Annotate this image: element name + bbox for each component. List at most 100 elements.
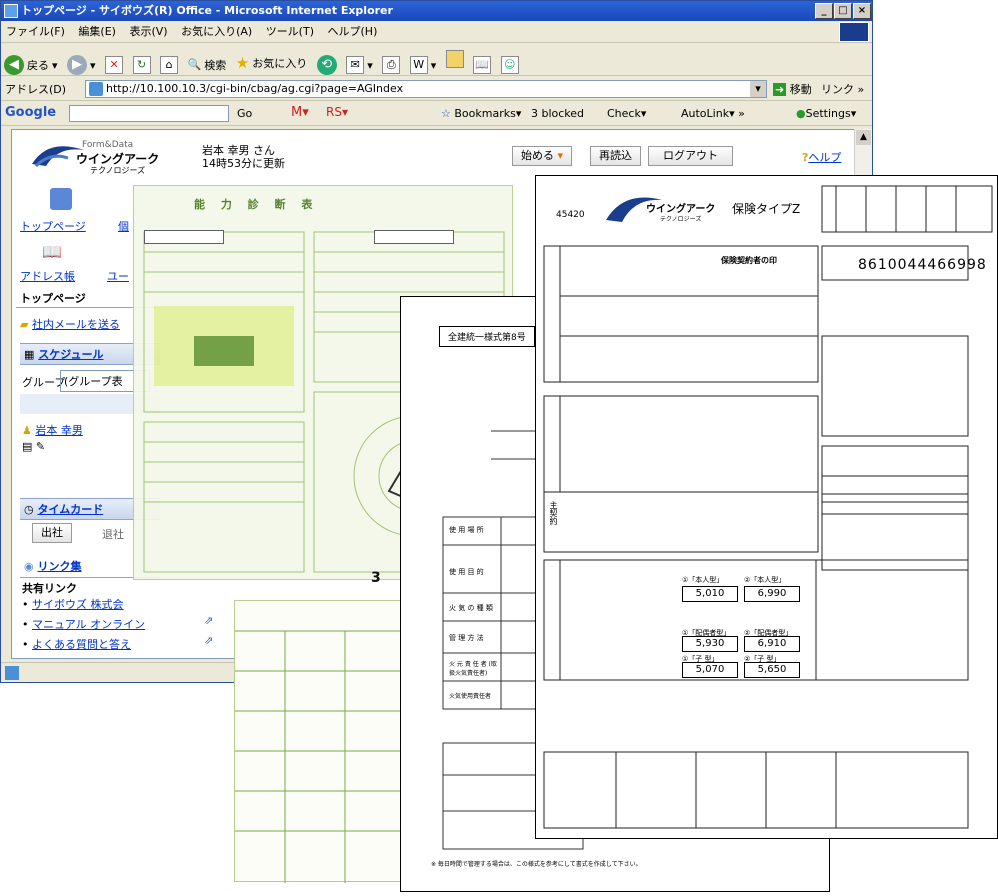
- print-icon: ⎙: [382, 56, 401, 74]
- window-title: トップページ - サイボウズ(R) Office - Microsoft Int…: [21, 4, 393, 17]
- spellcheck-button[interactable]: Check▾: [607, 107, 646, 120]
- green-form-lower: [234, 600, 415, 883]
- nav-address-book[interactable]: アドレス帳: [20, 268, 75, 284]
- address-book-icon[interactable]: 📖: [42, 242, 62, 261]
- favorites-button[interactable]: ★ お気に入り: [233, 51, 310, 75]
- mail-icon: ✉: [346, 56, 365, 74]
- history-icon: ⟲: [316, 55, 337, 75]
- dropdown-icon: ▾: [557, 149, 564, 162]
- stop-button[interactable]: ✕: [102, 53, 126, 77]
- globe-icon: ◉: [24, 560, 34, 573]
- plan-label: ①「本人型」: [682, 576, 724, 584]
- clock-icon: ◷: [24, 503, 34, 516]
- maximize-button[interactable]: □: [834, 3, 852, 19]
- gmail-icon[interactable]: M▾: [291, 105, 309, 120]
- forward-button[interactable]: ▶ ▾: [64, 53, 99, 77]
- minimize-button[interactable]: _: [815, 3, 833, 19]
- external-link-icon[interactable]: ⇗: [204, 614, 213, 627]
- page-title: トップページ: [20, 292, 86, 305]
- popup-blocked-button[interactable]: 3 blocked: [531, 107, 584, 120]
- insurance-form-grid: [543, 185, 993, 829]
- messenger-icon: ☺: [500, 56, 519, 74]
- link-item[interactable]: • よくある質問と答え: [22, 636, 131, 652]
- history-button[interactable]: ⟲: [314, 53, 340, 77]
- settings-button[interactable]: ●Settings▾: [796, 107, 856, 120]
- premium-value: 6,990: [744, 586, 800, 602]
- menu-tools[interactable]: ツール(T): [261, 21, 319, 42]
- close-button[interactable]: ×: [853, 3, 871, 19]
- clock-in-button[interactable]: 出社: [32, 523, 72, 543]
- edit-button[interactable]: W ▾: [407, 53, 440, 77]
- user-schedule-link[interactable]: ♟ 岩本 幸男: [22, 422, 83, 438]
- google-logo: Google: [5, 105, 57, 120]
- link-item[interactable]: • サイボウズ 株式会: [22, 596, 124, 612]
- menu-edit[interactable]: 編集(E): [73, 21, 121, 42]
- links-button[interactable]: リンク »: [821, 81, 864, 97]
- windows-logo-icon: [839, 22, 869, 42]
- address-dropdown-icon[interactable]: ▾: [750, 81, 766, 97]
- edit-icon: W: [409, 56, 428, 74]
- menu-view[interactable]: 表示(V): [124, 21, 172, 42]
- top-page-icon[interactable]: [50, 188, 72, 210]
- schedule-add-icon[interactable]: ▤ ✎: [22, 440, 45, 453]
- bookmark-star-icon: ☆: [441, 107, 451, 120]
- refresh-icon: ↻: [132, 56, 151, 74]
- menu-help[interactable]: ヘルプ(H): [323, 21, 383, 42]
- premium-value: 5,070: [682, 662, 738, 678]
- nav-top-page[interactable]: トップページ: [20, 218, 86, 234]
- help-link[interactable]: ?ヘルプ: [802, 149, 841, 165]
- title-bar: トップページ - サイボウズ(R) Office - Microsoft Int…: [1, 1, 872, 21]
- main-contract-label: 主契約: [549, 501, 558, 525]
- search-button[interactable]: 🔍 検索: [185, 53, 230, 77]
- form-page-number: 3: [371, 570, 381, 586]
- link-item[interactable]: • マニュアル オンライン: [22, 616, 145, 632]
- scroll-up-icon[interactable]: ▲: [856, 130, 871, 145]
- group-label: グループ: [22, 376, 66, 389]
- reload-button[interactable]: 再読込: [590, 146, 641, 166]
- go-button[interactable]: ➜ 移動: [773, 81, 812, 97]
- menu-bar: ファイル(F) 編集(E) 表示(V) お気に入り(A) ツール(T) ヘルプ(…: [1, 21, 872, 43]
- address-input[interactable]: http://10.100.10.3/cgi-bin/cbag/ag.cgi?p…: [85, 80, 767, 98]
- external-link-icon[interactable]: ⇗: [204, 634, 213, 647]
- nav-item-2[interactable]: 個: [118, 218, 129, 234]
- start-button[interactable]: 始める ▾: [512, 146, 573, 166]
- mail-button[interactable]: ✉ ▾: [343, 53, 376, 77]
- premium-value: 5,930: [682, 636, 738, 652]
- stop-icon: ✕: [105, 56, 124, 74]
- rss-icon[interactable]: RS▾: [326, 105, 348, 119]
- home-button[interactable]: ⌂: [157, 53, 181, 77]
- row-label: 火気使用責任者: [449, 693, 492, 700]
- folder-button[interactable]: [443, 47, 467, 71]
- research-button[interactable]: 📖: [470, 53, 494, 77]
- section-header: 保険契約者の印: [721, 256, 777, 265]
- row-label: 使 用 場 所: [449, 526, 484, 534]
- print-button[interactable]: ⎙: [379, 53, 403, 77]
- research-icon: 📖: [473, 56, 492, 74]
- forward-arrow-icon: ▶: [67, 55, 88, 75]
- google-search-input[interactable]: [69, 105, 229, 122]
- autolink-button[interactable]: AutoLink▾ »: [681, 107, 745, 120]
- send-mail-link[interactable]: ▰ 社内メールを送る: [20, 316, 120, 332]
- menu-favorites[interactable]: お気に入り(A): [176, 21, 257, 42]
- person-icon: ♟: [22, 424, 32, 437]
- bookmarks-button[interactable]: ☆ Bookmarks▾: [441, 107, 521, 120]
- star-icon: ★: [235, 54, 250, 72]
- status-page-icon: [5, 666, 19, 680]
- green-form-lower-grid: [235, 630, 415, 883]
- messenger-button[interactable]: ☺: [498, 53, 522, 77]
- back-button[interactable]: ◀ 戻る ▾: [1, 53, 61, 77]
- menu-file[interactable]: ファイル(F): [1, 21, 70, 42]
- search-icon: 🔍: [187, 58, 202, 71]
- refresh-button[interactable]: ↻: [130, 53, 154, 77]
- folder-icon: [445, 50, 464, 68]
- premium-value: 5,010: [682, 586, 738, 602]
- settings-dot-icon: ●: [796, 107, 806, 120]
- form-footnote: ※ 毎日時間で管理する場合は、この様式を参考にして書式を作成して下さい。: [431, 861, 642, 868]
- google-go-button[interactable]: Go: [237, 107, 252, 120]
- clock-out-button[interactable]: 退社: [102, 526, 124, 542]
- nav-user[interactable]: ユー: [107, 268, 129, 284]
- logout-button[interactable]: ログアウト: [648, 146, 733, 166]
- form-field: [374, 230, 454, 244]
- logo-sub: テクノロジーズ: [90, 166, 146, 175]
- address-bar: アドレス(D) http://10.100.10.3/cgi-bin/cbag/…: [1, 77, 872, 101]
